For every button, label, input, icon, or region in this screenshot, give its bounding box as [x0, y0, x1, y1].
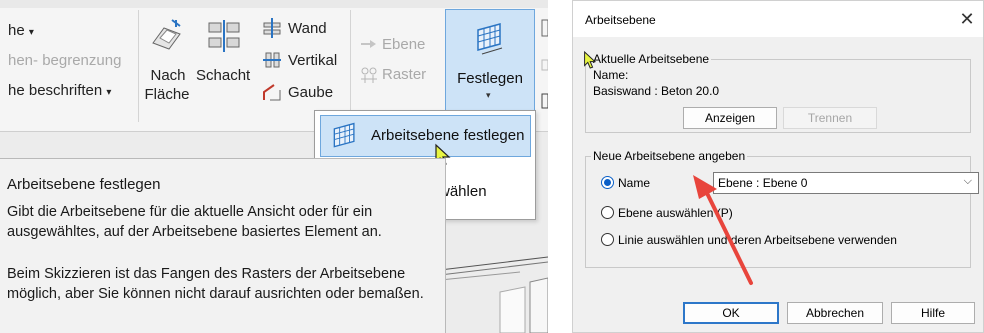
annotation-arrow-icon — [693, 175, 753, 285]
festlegen-label: Festlegen — [457, 70, 523, 87]
radio-name-label[interactable]: Name — [618, 176, 650, 190]
work-plane-icon — [329, 120, 361, 152]
festlegen-button[interactable]: Festlegen ▾ — [445, 9, 535, 113]
new-work-plane-legend: Neue Arbeitsebene angeben — [591, 149, 748, 163]
chevron-down-icon: ⌵ — [963, 175, 972, 187]
tooltip-note: Beim Skizzieren ist das Fangen des Raste… — [7, 266, 424, 302]
mouse-cursor-icon — [583, 50, 599, 75]
menu-item-arbeitsebene-festlegen[interactable]: Arbeitsebene festlegen — [320, 115, 531, 157]
grid-icon — [360, 66, 378, 84]
wand-label[interactable]: Wand — [288, 20, 327, 37]
separate-button: Trennen — [783, 107, 877, 129]
ribbon-col1-row3[interactable]: he beschriften ▾ — [8, 82, 111, 99]
schacht-label: Schacht — [196, 67, 251, 84]
ebene-label: Ebene — [382, 36, 426, 53]
close-icon[interactable]: ✕ — [957, 9, 977, 30]
tooltip-title: Arbeitsebene festlegen — [7, 176, 161, 193]
radio-pick-plane[interactable] — [601, 206, 614, 219]
ribbon-col1-row2: hen- begrenzung — [8, 52, 122, 69]
gaube-label[interactable]: Gaube — [288, 84, 333, 101]
menu-item-label: Arbeitsebene festlegen — [371, 127, 525, 144]
tooltip: Arbeitsebene festlegen Gibt die Arbeitse… — [0, 158, 446, 333]
menu-item-label: wählen — [439, 183, 487, 200]
revit-ribbon-screenshot: he ▾ hen- begrenzung he beschriften ▾ Na… — [0, 0, 548, 333]
arbeitsebene-dialog: Arbeitsebene ✕ Aktuelle Arbeitsebene Nam… — [572, 0, 984, 333]
clipped-ribbon-icons — [538, 14, 548, 114]
work-plane-icon — [472, 20, 508, 56]
current-plane-value: Basiswand : Beton 20.0 — [593, 84, 720, 98]
raster-label: Raster — [382, 66, 427, 83]
show-button[interactable]: Anzeigen — [683, 107, 777, 129]
vertikal-label[interactable]: Vertikal — [288, 52, 337, 69]
dormer-opening-icon[interactable] — [262, 82, 282, 102]
ribbon-col1-row1[interactable]: he ▾ — [8, 22, 34, 39]
ribbon-separator — [350, 10, 351, 122]
ribbon-top-strip — [0, 0, 548, 8]
nach-flaeche-line1: Nach — [150, 67, 186, 84]
radio-pick-line[interactable] — [601, 233, 614, 246]
help-button[interactable]: Hilfe — [891, 302, 975, 324]
cancel-button[interactable]: Abbrechen — [787, 302, 883, 324]
opening-by-face-icon[interactable] — [150, 18, 184, 52]
level-icon — [360, 38, 378, 50]
dialog-title: Arbeitsebene — [585, 13, 656, 27]
ok-button[interactable]: OK — [683, 302, 779, 324]
radio-name[interactable] — [601, 176, 614, 189]
current-work-plane-legend: Aktuelle Arbeitsebene — [591, 52, 712, 66]
shaft-icon[interactable] — [207, 20, 241, 52]
nach-flaeche-line2: Fläche — [144, 86, 190, 103]
chevron-down-icon: ▾ — [486, 90, 491, 100]
vertical-opening-icon[interactable] — [262, 50, 282, 70]
tooltip-description: Gibt die Arbeitsebene für die aktuelle A… — [7, 204, 382, 240]
wall-opening-icon[interactable] — [262, 18, 282, 38]
ribbon-separator — [138, 10, 139, 122]
dialog-titlebar: Arbeitsebene ✕ — [573, 1, 983, 37]
